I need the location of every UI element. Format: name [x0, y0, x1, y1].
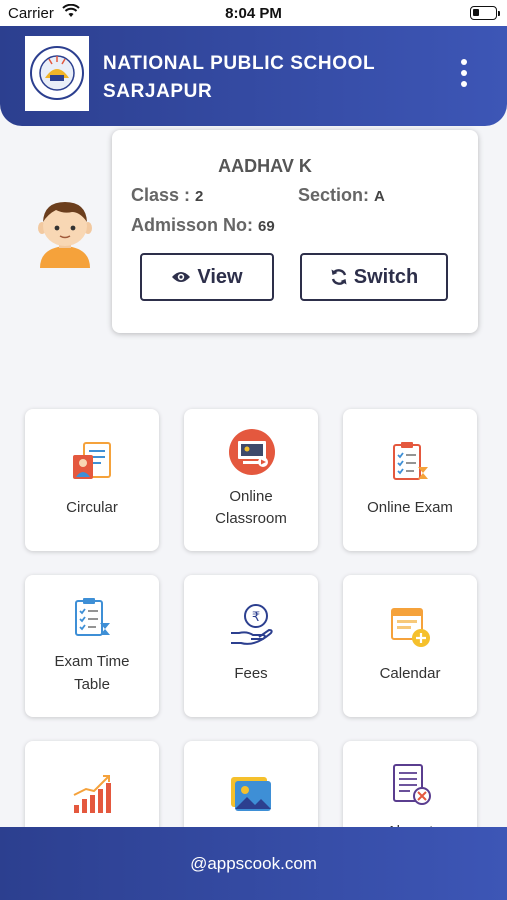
- circular-icon: [73, 442, 111, 479]
- refresh-icon: [331, 269, 347, 285]
- tile-exam-time-table-label-1: Exam Time: [54, 653, 130, 670]
- battery-icon: [470, 6, 500, 20]
- student-card: AADHAV K Class : 2 Section: A Admisson N…: [112, 130, 478, 333]
- student-name: AADHAV K: [218, 156, 312, 176]
- footer: @appscook.com: [0, 827, 507, 900]
- tile-calendar[interactable]: Calendar: [343, 575, 477, 717]
- tile-fees-label: Fees: [234, 665, 268, 682]
- section-info: Section: A: [298, 185, 385, 206]
- fees-icon: ₹: [231, 604, 273, 645]
- section-label: Section:: [298, 185, 370, 205]
- tile-circular-label: Circular: [66, 499, 118, 516]
- status-time: 8:04 PM: [225, 5, 282, 22]
- student-avatar: [38, 202, 92, 268]
- footer-text[interactable]: @appscook.com: [190, 854, 317, 873]
- app-header: NATIONAL PUBLIC SCHOOL SARJAPUR: [0, 26, 507, 126]
- class-info: Class : 2: [131, 185, 203, 206]
- tile-fees[interactable]: ₹ Fees: [184, 575, 318, 717]
- school-name-line2: SARJAPUR: [103, 81, 213, 102]
- admission-value: 69: [258, 218, 275, 235]
- online-classroom-icon: [229, 429, 275, 475]
- section-value: A: [374, 188, 385, 205]
- absent-icon: [393, 764, 431, 805]
- tile-online-classroom-label-2: Classroom: [215, 510, 287, 527]
- class-value: 2: [195, 188, 204, 205]
- online-exam-icon: [393, 442, 428, 480]
- switch-button[interactable]: Switch: [300, 253, 448, 301]
- tile-exam-time-table[interactable]: Exam Time Table: [25, 575, 159, 717]
- tile-online-exam[interactable]: Online Exam: [343, 409, 477, 551]
- calendar-icon: [391, 608, 430, 647]
- eye-icon: [172, 272, 191, 282]
- view-button-label: View: [197, 265, 243, 288]
- admission-label: Admisson No:: [131, 215, 254, 235]
- more-menu-icon[interactable]: [459, 59, 469, 89]
- class-label: Class :: [131, 185, 191, 205]
- growth-chart-icon: [73, 775, 111, 813]
- school-name: NATIONAL PUBLIC SCHOOL SARJAPUR: [103, 50, 375, 106]
- tile-exam-time-table-label-2: Table: [74, 676, 110, 693]
- tile-circular[interactable]: Circular: [25, 409, 159, 551]
- view-button[interactable]: View: [140, 253, 274, 301]
- school-name-line1: NATIONAL PUBLIC SCHOOL: [103, 53, 376, 74]
- tile-online-exam-label: Online Exam: [367, 499, 453, 516]
- admission-info: Admisson No: 69: [131, 215, 275, 236]
- svg-text:₹: ₹: [252, 610, 260, 625]
- exam-time-table-icon: [75, 598, 110, 636]
- tile-online-classroom-label-1: Online: [229, 488, 273, 505]
- switch-button-label: Switch: [353, 265, 419, 288]
- status-bar: Carrier 8:04 PM: [0, 0, 507, 26]
- school-logo: [25, 36, 89, 111]
- tile-calendar-label: Calendar: [379, 665, 441, 682]
- gallery-icon: [231, 777, 271, 811]
- tile-online-classroom[interactable]: Online Classroom: [184, 409, 318, 551]
